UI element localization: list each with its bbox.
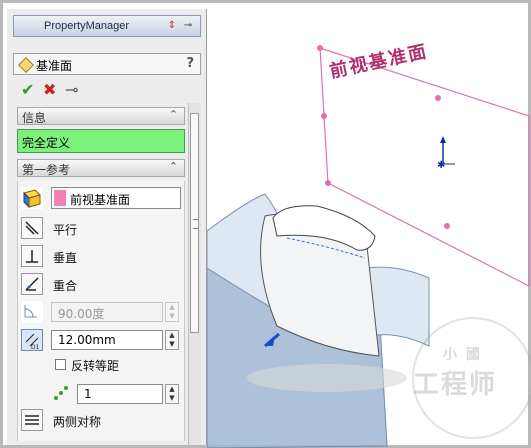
distance-spinner[interactable]: ▲ ▼ — [165, 330, 179, 350]
first-reference-group-header[interactable]: 第一参考 ⌃ — [17, 159, 185, 177]
distance-input[interactable]: 12.00mm — [51, 330, 163, 350]
property-manager-panel: PropertyManager ⇕ ⊸ 基准面 ? ✔ ✖ ⊸ 信息 ⌃ 完全定… — [7, 9, 207, 445]
angle-spinner[interactable]: ▲ ▼ — [165, 302, 179, 322]
plane-handle — [435, 95, 441, 101]
plane-handle — [325, 180, 331, 186]
keep-visible-pin-icon[interactable]: ⊸ — [65, 81, 78, 99]
coincident-button[interactable] — [21, 273, 43, 295]
scrollbar-grip-icon — [193, 219, 199, 229]
plane-feature-icon — [18, 57, 34, 73]
perpendicular-button[interactable] — [21, 245, 43, 267]
expand-panel-icon[interactable]: ⇕ — [166, 20, 178, 31]
pin-header-icon[interactable]: ⊸ — [182, 20, 194, 31]
status-text: 完全定义 — [22, 136, 71, 150]
mid-plane-button[interactable] — [21, 409, 43, 431]
scrollbar-thumb[interactable] — [190, 113, 199, 333]
reference-selection-box[interactable]: 前视基准面 — [51, 187, 181, 209]
property-manager-header: PropertyManager ⇕ ⊸ — [13, 15, 201, 37]
ok-button[interactable]: ✔ — [21, 81, 34, 99]
graphics-viewport[interactable]: ✱ 前视基准面 小 國 工程师 — [207, 6, 531, 448]
coincident-icon — [25, 277, 39, 291]
watermark-text: 工程师 — [413, 370, 498, 400]
instance-count-spinner[interactable]: ▲ ▼ — [165, 384, 179, 404]
feature-title: 基准面 — [36, 59, 73, 73]
perpendicular-icon — [26, 250, 38, 263]
perpendicular-label: 垂直 — [53, 251, 78, 265]
reference-plane-icon — [21, 187, 43, 209]
svg-text:✱: ✱ — [437, 160, 445, 171]
parallel-label: 平行 — [53, 223, 78, 237]
collapse-chevron-icon[interactable]: ⌃ — [169, 108, 178, 121]
property-manager-title: PropertyManager — [44, 20, 129, 32]
mid-plane-icon — [25, 415, 39, 425]
flip-offset-label: 反转等距 — [71, 359, 120, 373]
info-group-label: 信息 — [22, 111, 47, 125]
angle-icon — [21, 301, 43, 323]
plane-handle — [321, 113, 327, 119]
mid-plane-label: 两侧对称 — [53, 415, 102, 429]
coincident-label: 重合 — [53, 279, 78, 293]
triad-arrow — [440, 136, 446, 143]
offset-distance-button[interactable]: D1 — [21, 329, 43, 351]
instance-count-icon — [51, 383, 73, 405]
plane-handle — [444, 223, 450, 229]
svg-text:D1: D1 — [31, 344, 40, 350]
shadow — [247, 364, 407, 392]
window-frame: PropertyManager ⇕ ⊸ 基准面 ? ✔ ✖ ⊸ 信息 ⌃ 完全定… — [0, 0, 531, 448]
info-group-header[interactable]: 信息 ⌃ — [17, 107, 185, 125]
offset-distance-icon: D1 — [25, 333, 40, 351]
feature-title-bar: 基准面 ? — [13, 53, 201, 75]
first-reference-label: 第一参考 — [22, 163, 71, 177]
help-button[interactable]: ? — [186, 56, 194, 71]
cancel-button[interactable]: ✖ — [43, 81, 56, 99]
angle-input[interactable]: 90.00度 — [51, 302, 163, 322]
parallel-button[interactable] — [21, 217, 43, 239]
parallel-icon — [25, 221, 39, 235]
collapse-chevron-icon[interactable]: ⌃ — [169, 160, 178, 173]
panel-scrollbar[interactable] — [188, 103, 201, 445]
watermark-top-text: 小 國 — [443, 347, 482, 363]
plane-handle — [317, 45, 323, 51]
reference-color-swatch — [54, 190, 66, 206]
instance-count-input[interactable]: 1 — [77, 384, 163, 404]
reference-name: 前视基准面 — [70, 193, 131, 207]
status-message: 完全定义 — [17, 129, 185, 153]
flip-offset-checkbox[interactable] — [55, 359, 66, 370]
